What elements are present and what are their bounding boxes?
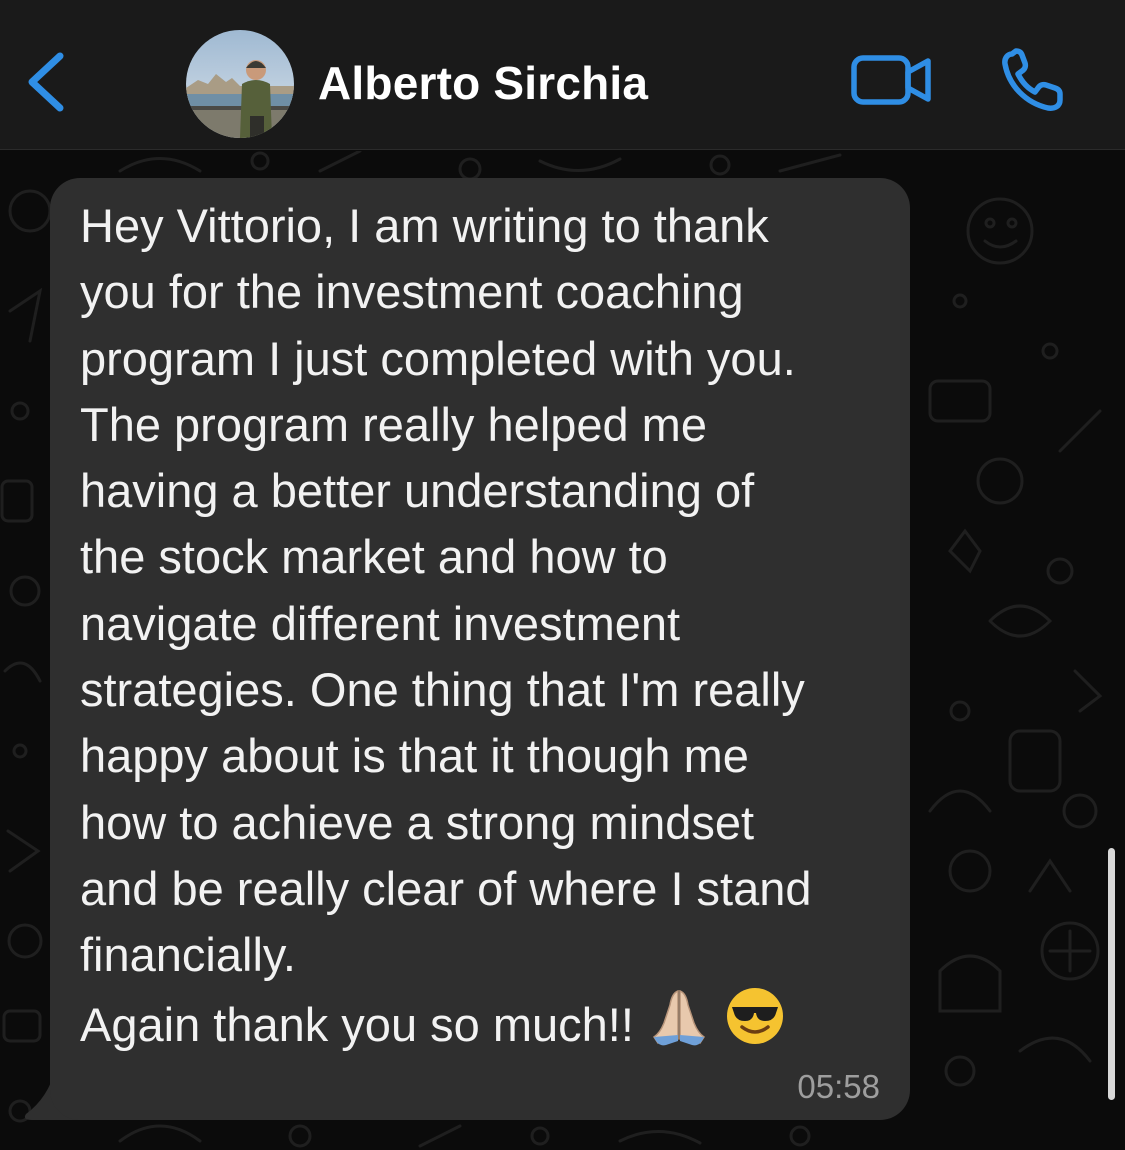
back-button[interactable] xyxy=(18,46,74,118)
message-line: how to achieve a strong mindset xyxy=(80,795,755,849)
message-line: Hey Vittorio, I am writing to thank xyxy=(80,199,769,252)
message-line: happy about is that it though me xyxy=(80,729,749,783)
contact-name[interactable]: Alberto Sirchia xyxy=(318,56,648,110)
message-line: you for the investment coaching xyxy=(80,265,744,319)
video-call-button[interactable] xyxy=(848,52,934,110)
smiling-face-with-sunglasses-emoji xyxy=(724,985,786,1064)
message-timestamp: 05:58 xyxy=(797,1068,880,1105)
message-line: navigate different investment xyxy=(80,596,681,650)
scrollbar[interactable] xyxy=(1108,848,1115,1100)
chevron-left-icon xyxy=(28,52,64,112)
folded-hands-emoji xyxy=(648,985,710,1064)
message-line: strategies. One thing that I'm really xyxy=(80,663,805,717)
chat-header: Alberto Sirchia xyxy=(0,0,1125,150)
video-camera-icon xyxy=(851,55,931,105)
message-line: having a better understanding of xyxy=(80,464,755,518)
voice-call-button[interactable] xyxy=(1000,48,1070,114)
message-line: the stock market and how to xyxy=(80,530,668,584)
avatar[interactable] xyxy=(186,30,294,138)
message-line: financially. xyxy=(80,928,296,982)
message-line: Again thank you so much!! xyxy=(80,997,634,1051)
message-line: and be really clear of where I stand xyxy=(80,861,812,915)
phone-icon xyxy=(1002,48,1063,111)
message-line: program I just completed with you. xyxy=(80,331,796,385)
avatar-photo xyxy=(186,30,294,138)
message-line: The program really helped me xyxy=(80,397,707,451)
message-line-last: Again thank you so much!! xyxy=(80,987,786,1051)
message-text: Hey Vittorio, I am writing to thank you … xyxy=(80,193,900,1068)
